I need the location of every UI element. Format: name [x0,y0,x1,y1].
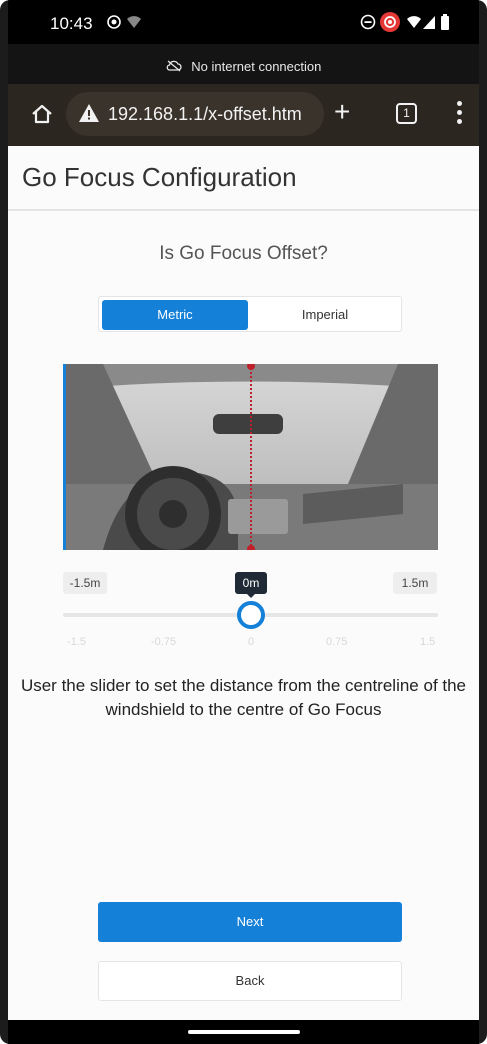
slider-tick: -0.75 [151,636,177,648]
slider-tick: 0.75 [326,636,348,648]
new-tab-icon[interactable]: + [334,98,350,126]
wifi-icon [126,14,142,33]
title-divider [8,209,479,211]
battery-icon [440,14,450,34]
offset-question: Is Go Focus Offset? [159,243,328,264]
windshield-centreline [250,364,252,550]
slider-value-badge: 0m [235,572,267,594]
recording-badge-icon [380,12,400,35]
system-nav-bar [8,1020,479,1044]
do-not-disturb-icon [360,14,376,33]
clock: 10:43 [50,14,93,33]
home-icon[interactable] [30,102,54,126]
web-page: Go Focus Configuration Is Go Focus Offse… [8,146,479,1020]
metric-button[interactable]: Metric [102,300,248,330]
status-bar: 10:43 [8,0,479,44]
record-icon [106,14,122,33]
url-text[interactable]: 192.168.1.1/x-offset.htm [108,104,302,125]
home-gesture-handle[interactable] [188,1030,300,1034]
not-secure-warning-icon[interactable] [78,102,100,124]
offline-banner: No internet connection [8,44,479,84]
next-button[interactable]: Next [98,902,402,942]
offset-indicator-bar [63,364,66,550]
slider-tick: 1.5 [420,636,436,648]
address-bar[interactable]: 192.168.1.1/x-offset.htm [66,92,324,136]
imperial-button[interactable]: Imperial [252,300,398,330]
more-options-icon[interactable] [456,101,462,127]
page-title: Go Focus Configuration [22,162,297,192]
unit-toggle: Metric Imperial [98,296,402,332]
phone-screen: 10:43 No internet connection 192.168.1.1… [0,0,487,1044]
tab-switcher-button[interactable]: 1 [396,103,417,124]
offset-slider-thumb[interactable] [237,601,265,629]
browser-toolbar: 192.168.1.1/x-offset.htm + 1 [8,84,479,146]
centreline-bottom-marker [247,545,255,550]
slider-value-pointer [246,593,256,598]
slider-max-label: 1.5m [393,572,437,594]
slider-min-label: -1.5m [63,572,107,594]
cell-signal-icon [422,14,436,33]
back-button[interactable]: Back [98,961,402,1001]
windshield-image [63,364,438,550]
slider-tick: -1.5 [67,636,86,648]
wifi-signal-icon [406,14,422,33]
slider-instruction: User the slider to set the distance from… [20,676,467,719]
offline-text: No internet connection [191,59,322,74]
slider-tick: 0 [248,636,255,648]
